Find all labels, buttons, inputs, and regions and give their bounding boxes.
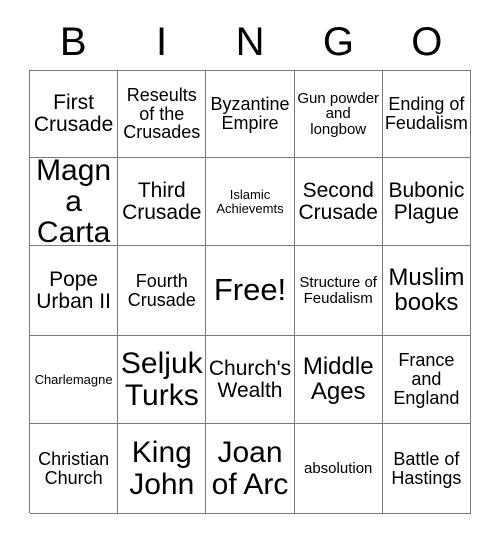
bingo-cell[interactable]: Second Crusade: [294, 158, 383, 246]
bingo-cell[interactable]: Muslim books: [382, 246, 471, 336]
bingo-cell[interactable]: Islamic Achievemts: [206, 158, 295, 246]
bingo-card: B I N G O First Crusade Reseults of the C…: [0, 0, 500, 544]
bingo-cell-label: Structure of Feudalism: [299, 273, 377, 307]
bingo-cell[interactable]: Church's Wealth: [206, 336, 295, 424]
bingo-cell-label: Christian Church: [38, 448, 110, 488]
bingo-cell-label: Bubonic Plague: [388, 178, 465, 224]
bingo-cell[interactable]: King John: [118, 424, 207, 514]
bingo-cell[interactable]: absolution: [294, 424, 383, 514]
bingo-header-letter-g: G: [322, 20, 354, 64]
bingo-cell[interactable]: Bubonic Plague: [382, 158, 471, 246]
bingo-cell-label: Battle of Hastings: [391, 448, 462, 488]
bingo-cell[interactable]: Third Crusade: [118, 158, 207, 246]
bingo-cell[interactable]: Seljuk Turks: [118, 336, 207, 424]
bingo-cell[interactable]: Gun powder and longbow: [294, 71, 383, 158]
bingo-cell-label: Ending of Feudalism: [384, 94, 468, 133]
bingo-cell-label: Church's Wealth: [208, 356, 292, 402]
bingo-cell[interactable]: First Crusade: [30, 71, 119, 158]
bingo-cell[interactable]: France and England: [382, 336, 471, 424]
bingo-cell[interactable]: Ending of Feudalism: [382, 71, 471, 158]
bingo-cell-label: Second Crusade: [298, 178, 378, 224]
bingo-cell[interactable]: Middle Ages: [294, 336, 383, 424]
bingo-cell-label: absolution: [304, 459, 373, 477]
bingo-cell-label: Gun powder and longbow: [297, 89, 380, 138]
bingo-cell[interactable]: Charlemagne: [30, 336, 119, 424]
bingo-cell-label: Joan of Arc: [211, 436, 289, 501]
bingo-grid: First Crusade Reseults of the Crusades Byz…: [29, 70, 471, 514]
bingo-cell[interactable]: Magna Carta: [30, 158, 119, 246]
bingo-cell-label: France and England: [393, 350, 460, 408]
bingo-header-row: B I N G O: [29, 14, 471, 70]
bingo-cell-label: Islamic Achievemts: [216, 186, 284, 216]
bingo-cell-label: Free!: [213, 272, 287, 308]
bingo-cell-label: Byzantine Empire: [210, 94, 290, 133]
bingo-cell[interactable]: Battle of Hastings: [382, 424, 471, 514]
bingo-cell-label: Muslim books: [388, 263, 465, 316]
bingo-cell-label: King John: [129, 436, 195, 501]
bingo-cell-label: Magna Carta: [36, 158, 112, 246]
bingo-cell-label: Middle Ages: [302, 352, 374, 405]
bingo-cell-label: Charlemagne: [34, 371, 113, 387]
bingo-cell-label: First Crusade: [33, 91, 114, 136]
bingo-cell[interactable]: Structure of Feudalism: [294, 246, 383, 336]
bingo-cell-label: Pope Urban II: [36, 267, 111, 313]
bingo-header-letter-i: I: [156, 20, 168, 64]
bingo-cell[interactable]: Reseults of the Crusades: [118, 71, 207, 158]
bingo-cell[interactable]: Pope Urban II: [30, 246, 119, 336]
bingo-header-letter-b: B: [59, 20, 87, 64]
bingo-cell-label: Third Crusade: [122, 178, 202, 224]
bingo-cell-label: Reseults of the Crusades: [123, 84, 201, 143]
bingo-cell-label: Fourth Crusade: [127, 270, 196, 310]
bingo-header-letter-n: N: [235, 20, 265, 64]
bingo-cell[interactable]: Joan of Arc: [206, 424, 295, 514]
bingo-cell[interactable]: Free!: [206, 246, 295, 336]
bingo-cell-label: Seljuk Turks: [120, 347, 203, 412]
bingo-header-letter-o: O: [411, 20, 443, 64]
bingo-cell[interactable]: Fourth Crusade: [118, 246, 207, 336]
bingo-cell[interactable]: Christian Church: [30, 424, 119, 514]
bingo-cell[interactable]: Byzantine Empire: [206, 71, 295, 158]
